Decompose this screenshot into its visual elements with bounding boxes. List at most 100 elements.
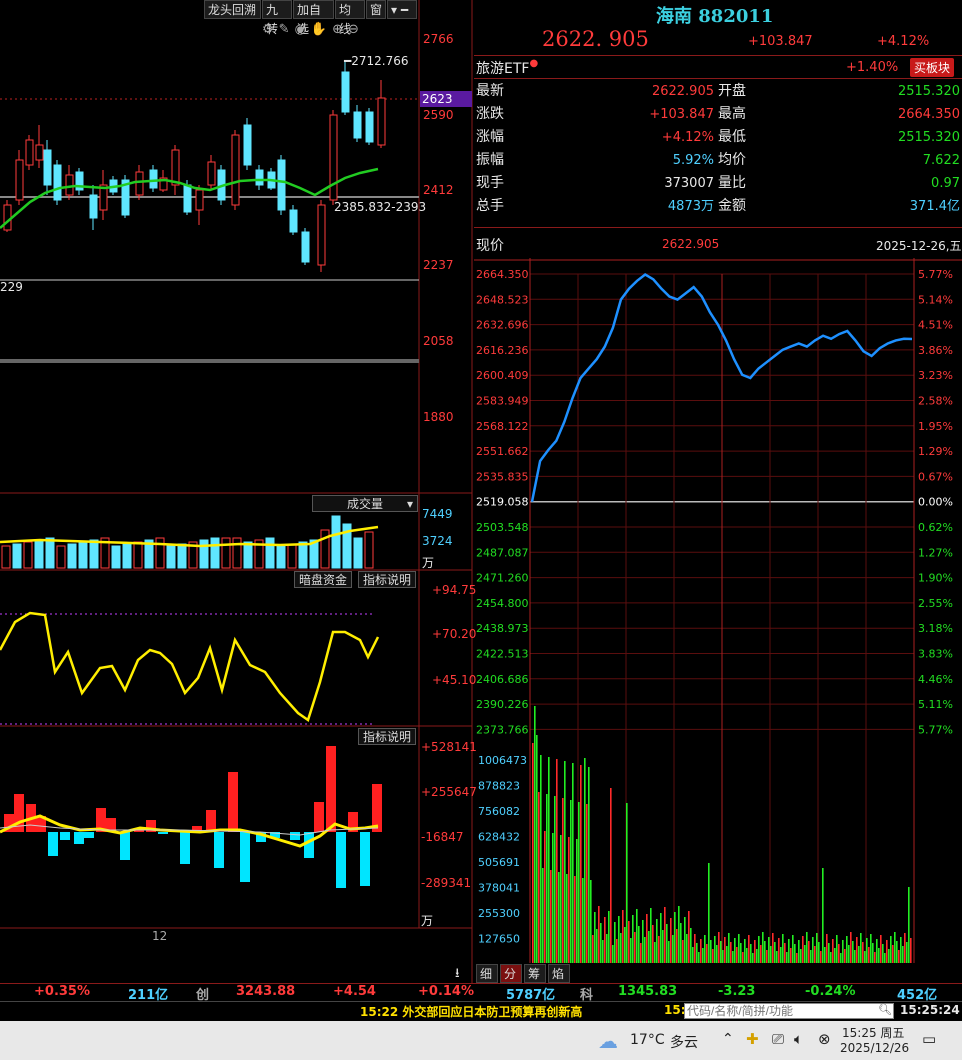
intraday-volume-bar: [856, 937, 858, 963]
quote-row: 最新 2622.905 开盘 2515.320: [474, 80, 962, 103]
intraday-volume-bar: [634, 932, 636, 963]
intraday-volume-bar: [814, 946, 816, 963]
dark-pool-explain-button[interactable]: 指标说明: [358, 571, 417, 588]
intraday-volume-bar: [630, 938, 632, 963]
intraday-volume-bar: [708, 863, 710, 963]
intraday-volume-bar: [802, 936, 804, 963]
kline-candle: [3, 204, 12, 231]
quote-row: 总手 4873万 金额 371.4亿: [474, 195, 962, 218]
kline-low-label: 2385.832-2393: [334, 200, 427, 214]
search-input[interactable]: [684, 1003, 894, 1019]
app-tray-icon[interactable]: ✚: [746, 1030, 759, 1048]
news-headline[interactable]: 15:22 外交部回应日本防卫预算再创新高: [360, 1003, 582, 1020]
intraday-volume-level: 756082: [478, 805, 520, 818]
quote-label: 振幅: [476, 152, 504, 168]
intraday-volume-bar: [662, 930, 664, 963]
chevron-up-icon[interactable]: ⌃: [722, 1031, 734, 1047]
volume-bar: [155, 537, 165, 569]
quote-value: 2515.320: [897, 130, 960, 145]
intraday-volume-bar: [622, 910, 624, 963]
intraday-volume-bar: [632, 915, 634, 963]
volume-bar: [166, 545, 176, 569]
intraday-volume-bar: [718, 932, 720, 963]
kline-chart[interactable]: [0, 0, 474, 985]
weather-text[interactable]: 多云: [670, 1032, 698, 1052]
taskbar-date[interactable]: 2025/12/26: [840, 1041, 909, 1055]
intraday-volume-bar: [810, 950, 812, 963]
money-flow-bar: [158, 832, 168, 834]
kline-candle: [15, 159, 24, 201]
etf-label[interactable]: 旅游ETF●: [476, 58, 538, 78]
kline-x-label: 12: [152, 929, 168, 943]
intraday-volume-bar: [532, 743, 534, 963]
tab-detail[interactable]: 细: [476, 964, 498, 983]
buy-board-button[interactable]: 买板块: [910, 58, 955, 77]
intraday-volume-level: 127650: [478, 933, 520, 946]
intraday-volume-bar: [826, 934, 828, 963]
taskbar-time[interactable]: 15:25 周五: [842, 1024, 904, 1041]
intraday-volume-bar: [570, 800, 572, 963]
intraday-volume-bar: [776, 951, 778, 963]
chevron-down-icon: ▾: [406, 497, 413, 511]
kline-candle: [53, 164, 62, 201]
intraday-volume-bar: [726, 946, 728, 963]
intraday-volume-bar: [904, 933, 906, 963]
intraday-volume-bar: [848, 945, 850, 963]
intraday-volume-bar: [564, 761, 566, 963]
intraday-chart[interactable]: 2664.350 5.77% 2648.523 5.14% 2632.696 4.51% 2…: [474, 258, 962, 963]
volume-bar: [243, 541, 253, 569]
weather-icon[interactable]: ☁: [598, 1029, 618, 1053]
money-flow-tick: +528141: [421, 740, 477, 754]
kline-candle: [43, 149, 52, 186]
volume-bar: [276, 545, 286, 569]
intraday-volume-bar: [660, 913, 662, 963]
volume-tick: 3724: [422, 534, 453, 548]
money-flow-bar: [290, 832, 300, 840]
intraday-volume-bar: [876, 939, 878, 963]
quote-value: 7.622: [922, 153, 960, 168]
kline-candle: [277, 159, 286, 211]
intraday-date: 2025-12-26,五: [876, 239, 962, 253]
network-icon[interactable]: ⎚: [772, 1030, 784, 1048]
money-flow-bar: [336, 832, 346, 888]
intraday-pct-level: 1.27%: [918, 546, 953, 559]
kline-candle: [289, 209, 298, 233]
tab-flame[interactable]: 焰: [548, 964, 570, 983]
intraday-volume-bar: [682, 940, 684, 963]
volume-dropdown[interactable]: 成交量 ▾: [312, 495, 418, 512]
weather-temp[interactable]: 17°C: [630, 1032, 665, 1048]
intraday-volume-bar: [546, 794, 548, 963]
intraday-price-level: 2600.409: [476, 369, 529, 382]
intraday-volume-bar: [868, 947, 870, 963]
search-icon[interactable]: 🔍︎: [878, 1003, 892, 1016]
intraday-header-label: 现价: [476, 238, 504, 254]
volume-bar: [12, 543, 22, 569]
intraday-volume-bar: [816, 933, 818, 963]
intraday-volume-bar: [712, 949, 714, 963]
intraday-bottom-tabs: 细 分 筹 焰: [474, 964, 962, 984]
intraday-volume-bar: [606, 934, 608, 963]
volume-bar: [364, 531, 374, 569]
quote-value: 373007: [664, 176, 714, 191]
intraday-pct-level: 2.55%: [918, 597, 953, 610]
intraday-volume-bar: [644, 937, 646, 963]
volume-bar: [221, 537, 231, 569]
volume-mute-icon[interactable]: 🔈︎: [794, 1030, 803, 1048]
notification-icon[interactable]: ▭: [922, 1030, 936, 1048]
intraday-volume-bar: [686, 934, 688, 963]
intraday-pct-level: 3.23%: [918, 369, 953, 382]
intraday-volume-bar: [656, 919, 658, 963]
intraday-volume-bar: [654, 942, 656, 963]
tab-minute[interactable]: 分: [500, 964, 522, 983]
intraday-volume-bar: [742, 952, 744, 963]
tab-chips[interactable]: 筹: [524, 964, 546, 983]
money-flow-explain-button[interactable]: 指标说明: [358, 728, 417, 745]
close-circle-icon[interactable]: ⊗: [818, 1030, 831, 1048]
intraday-price-level: 2373.766: [476, 723, 529, 736]
volume-bar: [23, 541, 33, 569]
intraday-volume-bar: [650, 908, 652, 963]
intraday-volume-bar: [540, 755, 542, 963]
intraday-volume-bar: [580, 765, 582, 963]
volume-bar: [265, 537, 275, 569]
intraday-volume-bar: [668, 941, 670, 963]
